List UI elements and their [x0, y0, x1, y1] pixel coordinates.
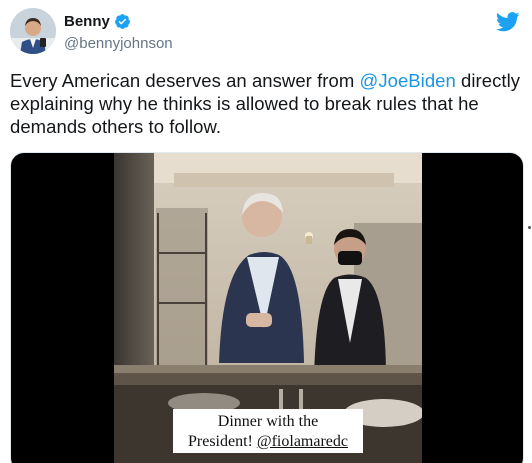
twitter-bird-icon[interactable] [495, 12, 520, 32]
caption-line-2: President! @fiolamaredc [173, 432, 363, 452]
caption-line-2-prefix: President! [187, 433, 257, 450]
author-info: Benny @bennyjohnson [64, 12, 173, 53]
tweet-text-part1: Every American deserves an answer from [10, 70, 360, 91]
profile-photo-icon [10, 8, 56, 54]
video-caption: Dinner with the President! @fiolamaredc [173, 409, 363, 453]
verified-badge-icon [114, 13, 131, 30]
display-name[interactable]: Benny [64, 13, 110, 30]
caption-tag: @fiolamaredc [256, 433, 348, 450]
handle[interactable]: @bennyjohnson [64, 35, 173, 52]
tweet-text: Every American deserves an answer from @… [10, 69, 526, 138]
avatar[interactable] [10, 8, 56, 54]
embedded-tweet: Benny @bennyjohnson Every American deser… [0, 0, 532, 463]
mention-link[interactable]: @JoeBiden [359, 70, 455, 91]
caption-line-1: Dinner with the [217, 413, 319, 430]
video-player[interactable]: Dinner with the President! @fiolamaredc [10, 152, 524, 463]
tweet-header: Benny @bennyjohnson [10, 8, 526, 56]
display-name-row: Benny [64, 12, 173, 30]
scroll-indicator-dot [528, 226, 531, 229]
